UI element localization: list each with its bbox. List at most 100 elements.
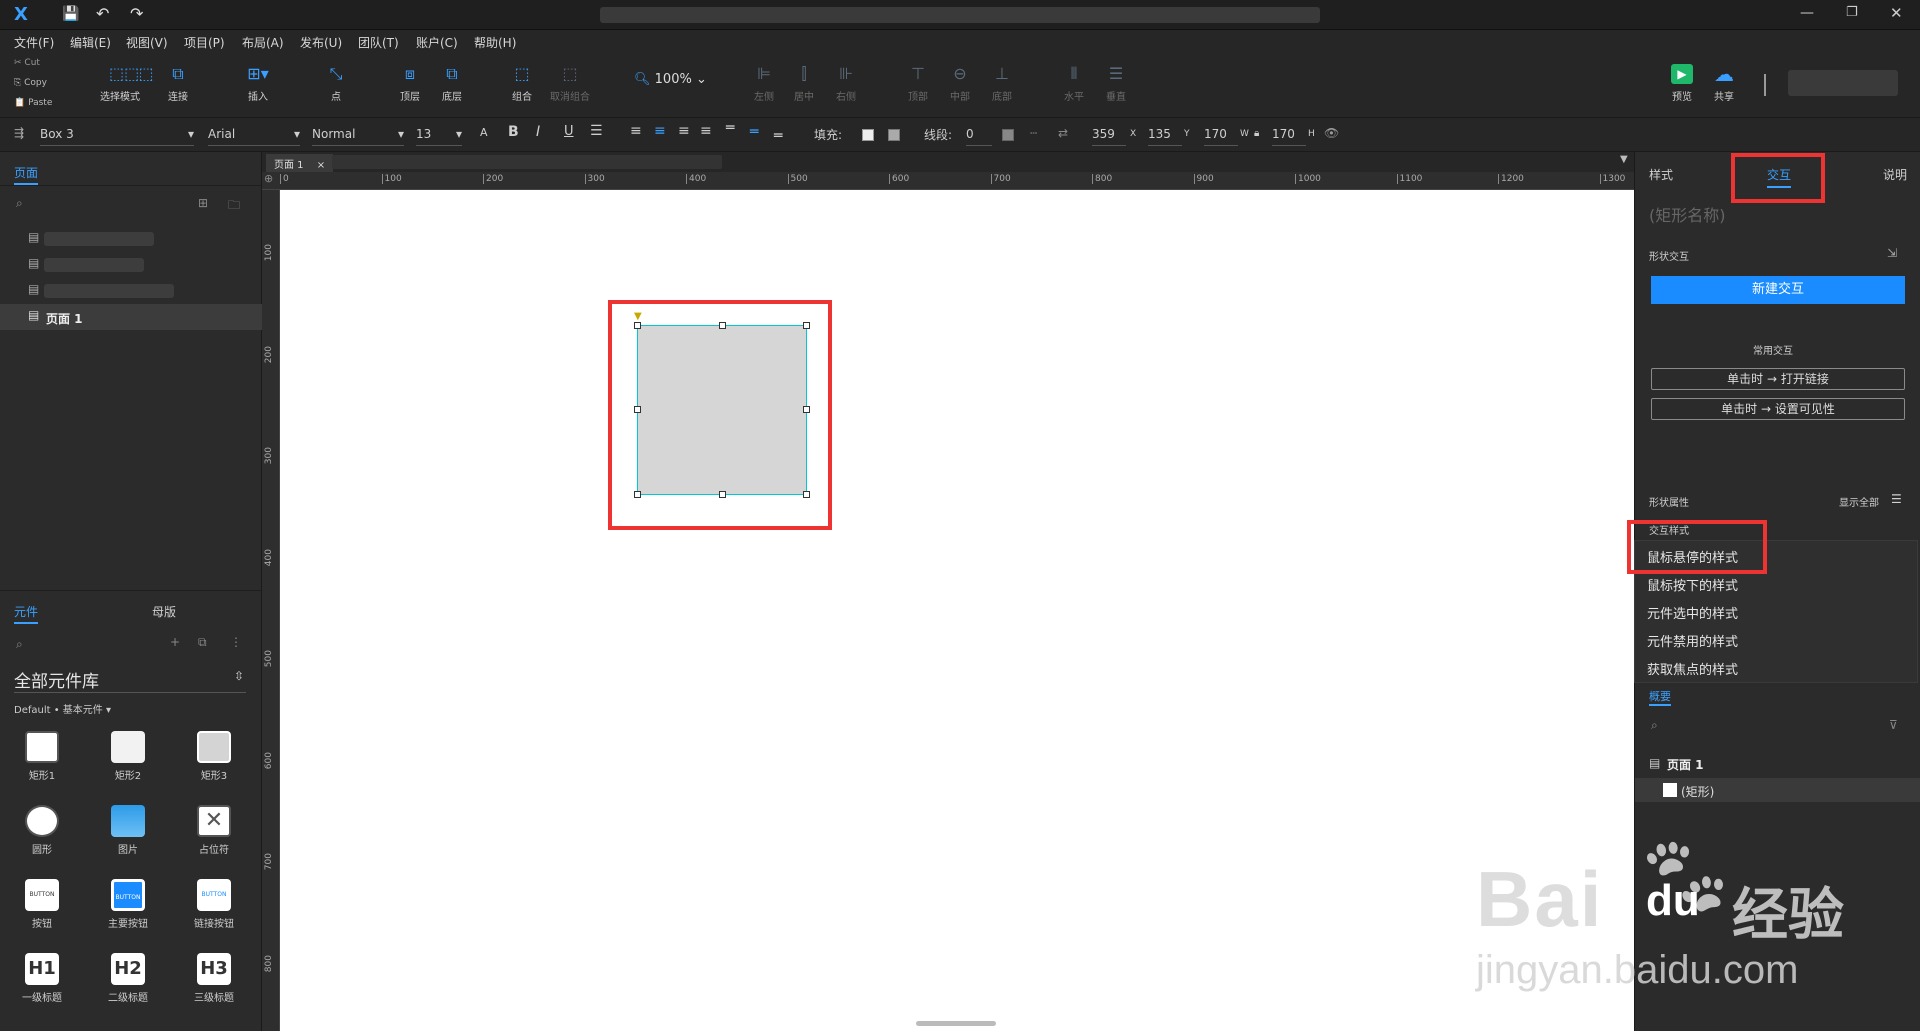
tab-page1[interactable]: 页面 1 × [266, 154, 334, 172]
align-right-button[interactable]: ⊪ 右侧 [826, 64, 866, 103]
menu-help[interactable]: 帮助(H) [474, 34, 516, 51]
align-top-button[interactable]: ⊤ 顶部 [898, 64, 938, 103]
widget-primary-button[interactable]: BUTTON 主要按钮 [98, 879, 158, 930]
align-text-justify-icon[interactable]: ≡ [700, 123, 712, 139]
valign-middle-icon[interactable]: ═ [750, 124, 758, 140]
list-item-selected[interactable]: ▤ 页面 1 [0, 304, 262, 330]
minimize-icon[interactable]: — [1800, 5, 1814, 21]
align-bottom-button[interactable]: ⊥ 底部 [982, 64, 1022, 103]
close-icon[interactable]: ✕ [1890, 4, 1903, 22]
on-click-open-link-button[interactable]: 单击时 → 打开链接 [1651, 368, 1905, 390]
tab-style[interactable]: 样式 [1649, 166, 1673, 183]
valign-bottom-icon[interactable]: ═ [774, 128, 782, 144]
italic-icon[interactable]: I [536, 124, 540, 140]
height-input[interactable]: 170 [1272, 124, 1306, 146]
font-size-select[interactable]: 13 ▾ [416, 124, 462, 146]
align-text-left-icon[interactable]: ≡ [630, 123, 642, 139]
font-style-select[interactable]: Normal ▾ [312, 124, 404, 146]
share-button[interactable]: ☁ 共享 [1704, 64, 1744, 103]
menu-team[interactable]: 团队(T) [358, 34, 399, 51]
list-item[interactable]: ▤ [0, 278, 262, 304]
search-icon[interactable]: ⌕ [1651, 718, 1658, 733]
widget-h2[interactable]: H2 二级标题 [98, 953, 158, 1004]
outline-page[interactable]: 页面 1 [1667, 756, 1704, 773]
close-icon[interactable]: × [317, 160, 325, 171]
preview-button[interactable]: ▶ 预览 [1662, 64, 1702, 103]
stroke-width-input[interactable]: 0 [966, 124, 992, 146]
list-item[interactable]: ▤ [0, 252, 262, 278]
filter-icon[interactable]: ⊽ [1889, 718, 1898, 732]
dropdown-option-focus[interactable]: 获取焦点的样式 [1647, 659, 1738, 678]
widget-h1[interactable]: H1 一级标题 [12, 953, 72, 1004]
valign-top-icon[interactable]: ═ [726, 120, 734, 136]
align-middle-button[interactable]: ⊖ 中部 [940, 64, 980, 103]
top-layer-button[interactable]: ⧈ 顶层 [390, 64, 430, 103]
paste-button[interactable]: 📋 Paste [14, 98, 52, 108]
add-library-icon[interactable]: + [170, 635, 180, 649]
dropdown-option-selected[interactable]: 元件选中的样式 [1647, 603, 1738, 622]
new-interaction-button[interactable]: 新建交互 [1651, 276, 1905, 304]
stroke-arrow-icon[interactable]: ⇄ [1058, 126, 1068, 140]
underline-icon[interactable]: U [564, 124, 574, 139]
show-all-link[interactable]: 显示全部 [1839, 494, 1879, 509]
widget-circle[interactable]: 圆形 [12, 805, 72, 856]
dropdown-option-pressed[interactable]: 鼠标按下的样式 [1647, 575, 1738, 594]
menu-view[interactable]: 视图(V) [126, 34, 168, 51]
more-options-icon[interactable]: ⋮ [230, 635, 242, 649]
copy-button[interactable]: ⎘ Copy [14, 78, 47, 88]
add-folder-icon[interactable]: 🗀︎ [228, 196, 240, 217]
stroke-pattern-icon[interactable]: ┄ [1030, 126, 1037, 140]
menu-project[interactable]: 项目(P) [184, 34, 225, 51]
zoom-control[interactable]: 🔍︎ 100% ⌄ [634, 72, 707, 87]
distribute-horizontal-button[interactable]: ⫴ 水平 [1054, 64, 1094, 103]
redo-icon[interactable]: ↷ [130, 4, 143, 23]
blurred-account[interactable] [1788, 70, 1898, 96]
widget-h3[interactable]: H3 三级标题 [184, 953, 244, 1004]
font-color-icon[interactable]: A [480, 126, 488, 139]
tab-dropdown-icon[interactable]: ▼ [1620, 154, 1628, 165]
save-icon[interactable]: 💾 [62, 6, 79, 22]
widget-rect2[interactable]: 矩形2 [98, 731, 158, 782]
visibility-eye-icon[interactable]: 👁︎ [1324, 126, 1339, 140]
group-button[interactable]: ⬚ 组合 [502, 64, 542, 103]
x-input[interactable]: 359 [1092, 124, 1126, 146]
outline-item-row[interactable]: (矩形) [1635, 778, 1920, 802]
point-button[interactable]: ⤡ 点 [316, 64, 356, 103]
menu-publish[interactable]: 发布(U) [300, 34, 342, 51]
shape-name-field[interactable]: (矩形名称) [1649, 202, 1726, 226]
menu-file[interactable]: 文件(F) [14, 34, 54, 51]
library-copy-icon[interactable]: ⧉ [198, 635, 207, 650]
distribute-vertical-button[interactable]: ☰ 垂直 [1096, 64, 1136, 103]
y-input[interactable]: 135 [1148, 124, 1182, 146]
widget-link-button[interactable]: BUTTON 链接按钮 [184, 879, 244, 930]
library-subtitle[interactable]: Default • 基本元件 ▾ [14, 701, 111, 716]
tab-notes[interactable]: 说明 [1883, 166, 1907, 183]
search-icon[interactable]: ⌕ [16, 637, 23, 652]
widget-button[interactable]: BUTTON 按钮 [12, 879, 72, 930]
tab-widgets[interactable]: 元件 [14, 603, 39, 624]
lock-ratio-icon[interactable]: 🔒︎ [1254, 128, 1259, 139]
align-left-button[interactable]: ⊫ 左侧 [744, 64, 784, 103]
add-page-icon[interactable]: ⊞ [198, 196, 208, 210]
width-input[interactable]: 170 [1204, 124, 1238, 146]
align-text-right-icon[interactable]: ≡ [678, 123, 690, 139]
widget-rect3[interactable]: 矩形3 [184, 731, 244, 782]
library-select[interactable]: 全部元件库 ⇳ [14, 667, 246, 693]
list-item[interactable]: ▤ [0, 226, 262, 252]
tab-outline[interactable]: 概要 [1649, 688, 1671, 706]
on-click-set-visibility-button[interactable]: 单击时 → 设置可见性 [1651, 398, 1905, 420]
tab-masters[interactable]: 母版 [152, 603, 176, 620]
bullet-list-icon[interactable]: ☰ [590, 123, 603, 139]
menu-edit[interactable]: 编辑(E) [70, 34, 111, 51]
tab-pages[interactable]: 页面 [14, 164, 39, 185]
menu-account[interactable]: 账户(C) [416, 34, 458, 51]
widget-rect1[interactable]: 矩形1 [12, 731, 72, 782]
canvas-scrollbar[interactable] [916, 1021, 996, 1026]
ungroup-button[interactable]: ⬚ 取消组合 [546, 64, 594, 103]
menu-icon[interactable]: ☰ [1891, 492, 1902, 506]
widget-name-select[interactable]: Box 3 ▾ [40, 124, 194, 146]
widget-placeholder[interactable]: ✕ 占位符 [184, 805, 244, 856]
bold-icon[interactable]: B [508, 124, 519, 140]
cut-button[interactable]: ✂ Cut [14, 58, 40, 68]
restore-icon[interactable]: ❐ [1846, 5, 1858, 20]
